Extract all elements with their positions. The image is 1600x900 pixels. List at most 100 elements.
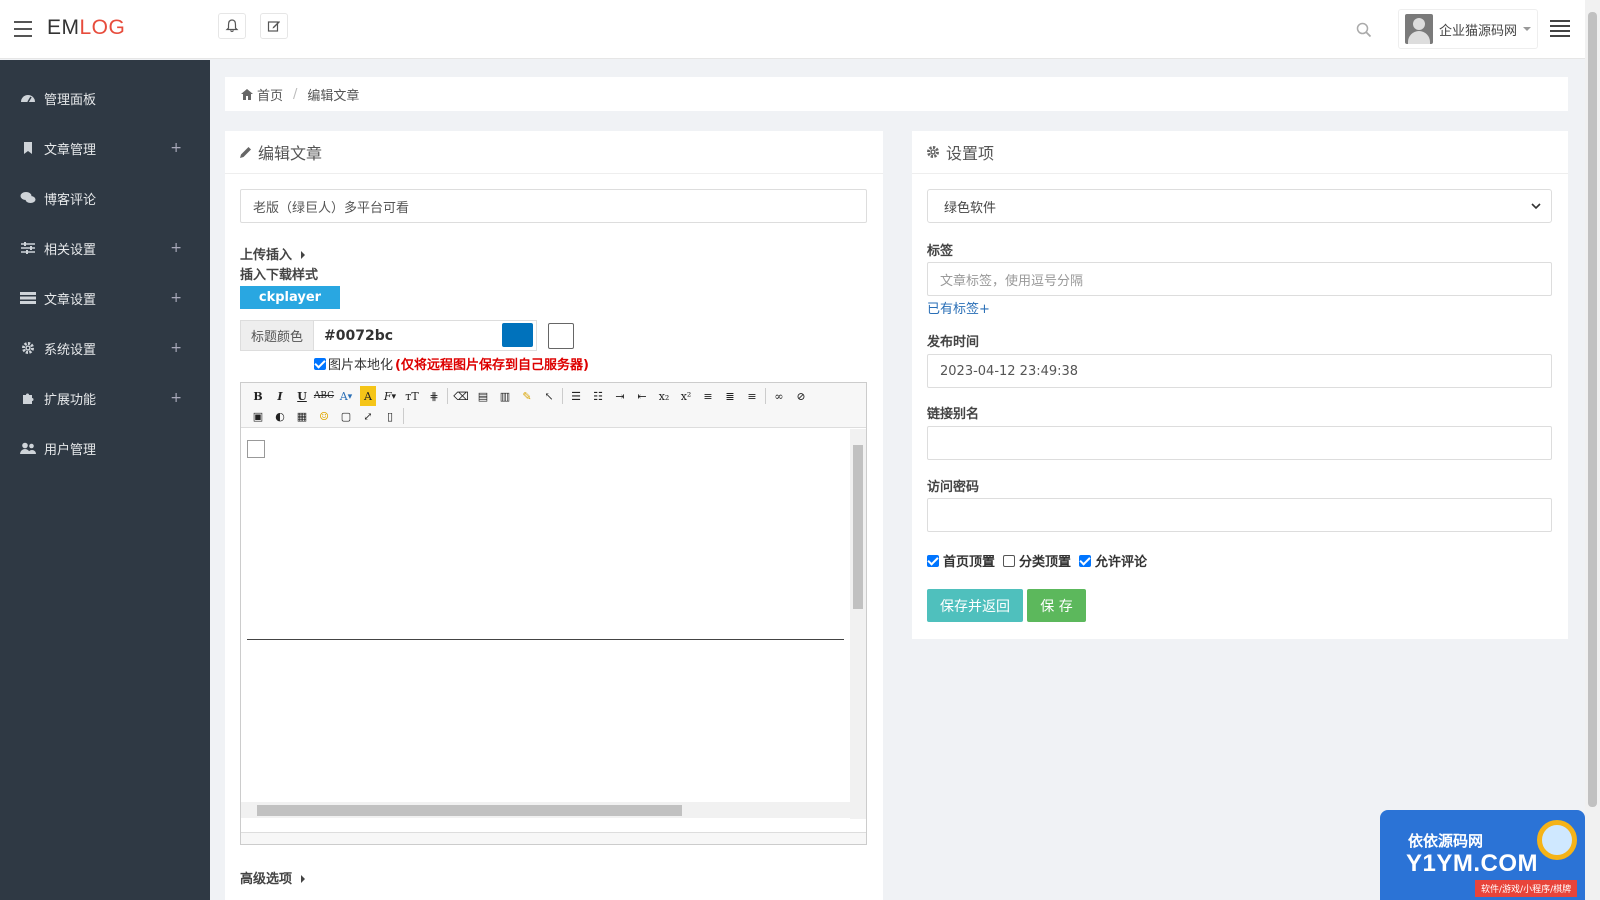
bold-icon[interactable]: B: [247, 386, 269, 406]
write-button[interactable]: [260, 13, 288, 39]
tags-input[interactable]: 文章标签，使用逗号分隔: [927, 262, 1552, 296]
alias-label: 链接别名: [927, 407, 980, 422]
notification-button[interactable]: [218, 13, 246, 39]
align-center-icon[interactable]: ≣: [719, 386, 741, 406]
sliders-icon: [20, 241, 36, 255]
highlight-color-icon[interactable]: A: [360, 386, 376, 406]
panel-header: 编辑文章: [225, 131, 883, 174]
editor-resize-handle[interactable]: [241, 832, 866, 844]
logo[interactable]: EMLOG: [47, 16, 125, 40]
sidebar-item-articles[interactable]: 文章管理 +: [0, 123, 210, 173]
sidebar-item-comments[interactable]: 博客评论: [0, 173, 210, 223]
sidebar-toggle-icon[interactable]: [14, 21, 32, 37]
paste-word-icon[interactable]: ▥: [494, 386, 516, 406]
top-bar: EMLOG 企业猫源码网: [0, 0, 1585, 59]
plus-icon: +: [170, 140, 182, 156]
localize-images-option[interactable]: 图片本地化 (仅将远程图片保存到自己服务器): [314, 354, 589, 373]
save-and-return-button[interactable]: 保存并返回: [927, 589, 1023, 622]
font-family-icon[interactable]: F ▾: [379, 386, 401, 406]
localize-checkbox[interactable]: [314, 357, 326, 370]
sidebar-item-label: 文章管理: [44, 142, 97, 158]
title-color-value: #0072bc: [324, 327, 394, 344]
search-icon[interactable]: [1356, 22, 1372, 38]
homepage-top-checkbox[interactable]: [927, 554, 939, 567]
sidebar-item-article-settings[interactable]: 文章设置 +: [0, 273, 210, 323]
ckplayer-button[interactable]: ckplayer: [240, 286, 340, 309]
category-select[interactable]: 绿色软件: [927, 189, 1552, 223]
localize-note: (仅将远程图片保存到自己服务器): [395, 358, 589, 373]
publish-time-input[interactable]: 2023-04-12 23:49:38: [927, 354, 1552, 388]
font-color-icon[interactable]: A ▾: [335, 386, 357, 406]
page-scrollbar[interactable]: [1585, 0, 1600, 900]
user-menu[interactable]: 企业猫源码网: [1398, 9, 1538, 49]
fullscreen-icon[interactable]: ⤢: [357, 406, 379, 426]
sidebar-item-extensions[interactable]: 扩展功能 +: [0, 373, 210, 423]
sidebar-item-dashboard[interactable]: 管理面板: [0, 73, 210, 123]
magnifier-icon: [1537, 820, 1577, 860]
source-icon[interactable]: ▯: [379, 406, 401, 426]
format-brush-icon[interactable]: ✎: [516, 386, 538, 406]
unordered-list-icon[interactable]: ☷: [587, 386, 609, 406]
line-height-icon[interactable]: ⋕: [423, 386, 445, 406]
title-color-label: 标题颜色: [241, 321, 314, 350]
plus-icon: +: [170, 390, 182, 406]
save-button[interactable]: 保 存: [1027, 589, 1086, 622]
bell-icon: [225, 19, 239, 33]
pencil-icon: [240, 146, 251, 158]
select-all-icon[interactable]: ↖: [538, 386, 560, 406]
alias-input[interactable]: [927, 426, 1552, 460]
advanced-options-label: 高级选项: [240, 872, 293, 887]
watermark-line3: 软件/游戏/小程序/棋牌: [1475, 880, 1578, 897]
color-swatch[interactable]: [502, 323, 533, 347]
watermark-line1: 依依源码网: [1408, 832, 1484, 850]
right-menu-icon[interactable]: [1550, 20, 1570, 40]
underline-icon[interactable]: U: [291, 386, 313, 406]
align-right-icon[interactable]: ≡: [741, 386, 763, 406]
upload-insert-toggle[interactable]: 上传插入: [240, 244, 306, 263]
watermark-line2: Y1YM.COM: [1406, 850, 1539, 877]
image-icon[interactable]: ▣: [247, 406, 269, 426]
sidebar-item-related-settings[interactable]: 相关设置 +: [0, 223, 210, 273]
ordered-list-icon[interactable]: ☰: [565, 386, 587, 406]
editor-horizontal-scrollbar[interactable]: [241, 802, 851, 818]
indent-icon[interactable]: ⇥: [609, 386, 631, 406]
sidebar-item-users[interactable]: 用户管理: [0, 423, 210, 473]
password-input[interactable]: [927, 498, 1552, 532]
link-icon[interactable]: ∞: [768, 386, 790, 406]
edit-icon: [267, 21, 280, 32]
user-name: 企业猫源码网: [1439, 23, 1518, 39]
table-icon[interactable]: ▦: [291, 406, 313, 426]
breadcrumb-home-link[interactable]: 首页: [257, 85, 283, 104]
editor-vertical-scrollbar[interactable]: [850, 429, 866, 819]
category-top-label: 分类顶置: [1019, 555, 1072, 570]
advanced-options-toggle[interactable]: 高级选项: [240, 868, 306, 887]
superscript-icon[interactable]: x²: [675, 386, 697, 406]
existing-tags-link[interactable]: 已有标签+: [927, 298, 990, 317]
eraser-icon[interactable]: ⌫: [450, 386, 472, 406]
breadcrumb: 首页 / 编辑文章: [225, 77, 1568, 111]
code-icon[interactable]: ▢: [335, 406, 357, 426]
emoticon-icon[interactable]: ☺: [313, 406, 335, 426]
category-top-checkbox[interactable]: [1003, 554, 1016, 567]
sidebar-item-system-settings[interactable]: 系统设置 +: [0, 323, 210, 373]
broken-image: [247, 440, 265, 458]
font-size-icon[interactable]: тT: [401, 386, 423, 406]
italic-icon[interactable]: I: [269, 386, 291, 406]
align-left-icon[interactable]: ≡: [697, 386, 719, 406]
subscript-icon[interactable]: x₂: [653, 386, 675, 406]
sidebar-item-label: 用户管理: [44, 442, 97, 458]
unlink-icon[interactable]: ⊘: [790, 386, 812, 406]
post-title-input[interactable]: 老版（绿巨人）多平台可看: [240, 189, 867, 223]
paste-icon[interactable]: ▤: [472, 386, 494, 406]
comments-icon: [20, 191, 36, 205]
flash-icon[interactable]: ◐: [269, 406, 291, 426]
panel-title: 编辑文章: [258, 144, 323, 163]
editor-content-area[interactable]: [247, 440, 844, 640]
chevron-down-icon: [1531, 203, 1541, 210]
allow-comments-checkbox[interactable]: [1079, 554, 1092, 567]
strikethrough-icon[interactable]: ABC: [313, 386, 335, 406]
plus-icon: +: [170, 340, 182, 356]
download-style-label: 插入下载样式: [240, 268, 319, 283]
color-clear-swatch[interactable]: [548, 323, 574, 349]
outdent-icon[interactable]: ⇤: [631, 386, 653, 406]
